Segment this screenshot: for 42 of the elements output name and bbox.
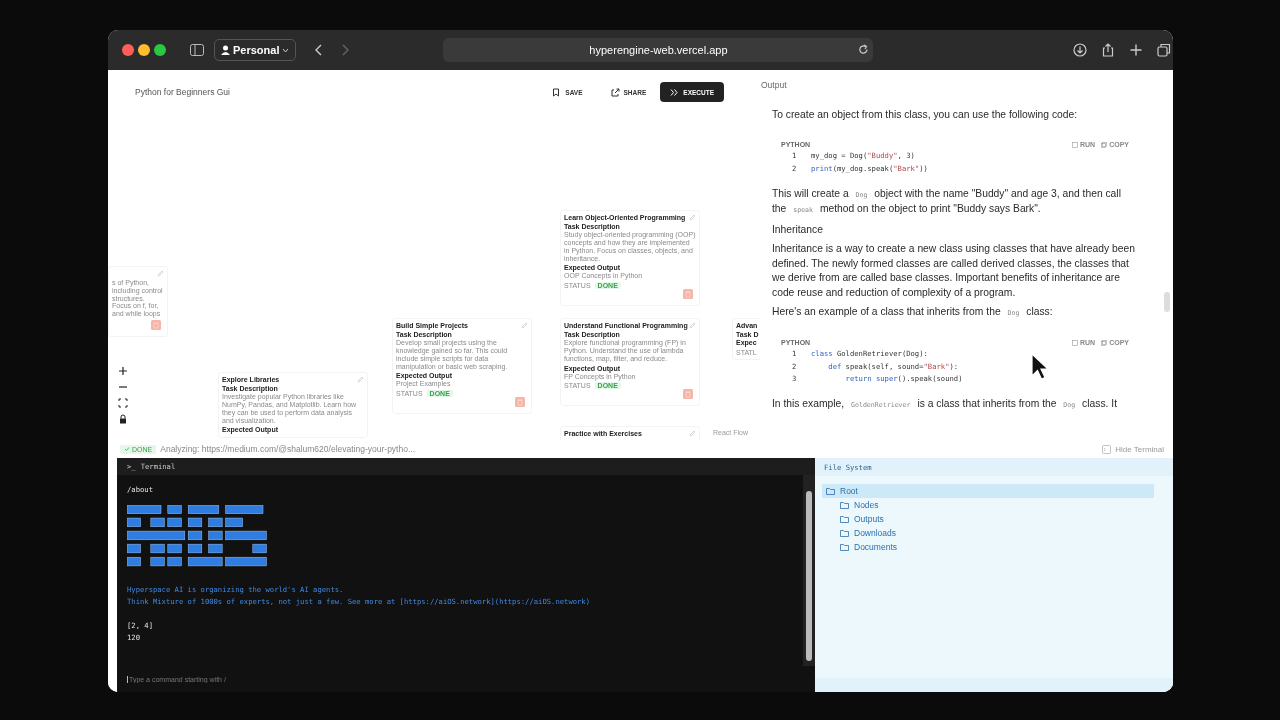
terminal-icon: [1102, 444, 1112, 454]
copy-icon: [1101, 339, 1108, 346]
maximize-button[interactable]: [154, 44, 166, 56]
address-field[interactable]: hyperengine-web.vercel.app: [443, 38, 874, 62]
scrollbar-thumb-icon[interactable]: [806, 491, 812, 661]
forward-icon[interactable]: [342, 44, 351, 56]
panel-title: Output: [761, 80, 788, 90]
double-chevron-icon: [670, 87, 680, 97]
tree-item[interactable]: Root: [822, 484, 1154, 498]
play-box-icon: [1072, 141, 1078, 148]
hide-terminal-button[interactable]: Hide Terminal: [1102, 444, 1164, 454]
close-button[interactable]: [122, 44, 134, 56]
play-box-icon: [1072, 339, 1078, 346]
chevron-down-icon: [282, 47, 290, 53]
document-title: Python for Beginners Gui: [135, 87, 231, 97]
tree-item[interactable]: Downloads: [836, 526, 1154, 540]
cursor-icon: [1030, 352, 1050, 382]
tree-item[interactable]: Outputs: [836, 512, 1154, 526]
profile-button[interactable]: Personal: [214, 39, 297, 61]
lock-icon[interactable]: [118, 414, 128, 424]
status-text: Analyzing: https://medium.com/@shalum620/elevating-your-pytho...: [160, 444, 416, 454]
tabs-icon[interactable]: [1157, 43, 1172, 57]
paragraph: To create an object from this class, you can use the following code:: [772, 108, 1079, 122]
person-icon: [221, 45, 230, 55]
download-icon[interactable]: [1073, 43, 1088, 57]
tree-item[interactable]: Documents: [836, 540, 1154, 554]
zoom-in-icon[interactable]: [118, 366, 128, 376]
share-icon[interactable]: [1101, 43, 1116, 57]
copy-icon: [1101, 141, 1108, 148]
fit-view-icon[interactable]: [118, 398, 128, 408]
scrollbar-thumb-icon[interactable]: [1164, 292, 1170, 312]
paragraph: Inheritance is a way to create a new class using classes that have already been defined. The newly formed classes are called derived classes, the classes that we derive from are called base classes. Important benefits of inheritance are code reuse and reduction of complexity of a program.: [772, 242, 1136, 300]
minimize-button[interactable]: [138, 44, 150, 56]
bookmark-icon: [552, 87, 562, 97]
plus-icon[interactable]: [1129, 43, 1144, 57]
tree-item[interactable]: Nodes: [836, 498, 1154, 512]
back-icon[interactable]: [314, 44, 323, 56]
reload-icon[interactable]: [858, 44, 870, 55]
section-heading: Inheritance: [772, 222, 824, 237]
sidebar-icon[interactable]: [190, 44, 204, 56]
check-icon: [124, 446, 130, 452]
share-icon: [610, 87, 620, 97]
